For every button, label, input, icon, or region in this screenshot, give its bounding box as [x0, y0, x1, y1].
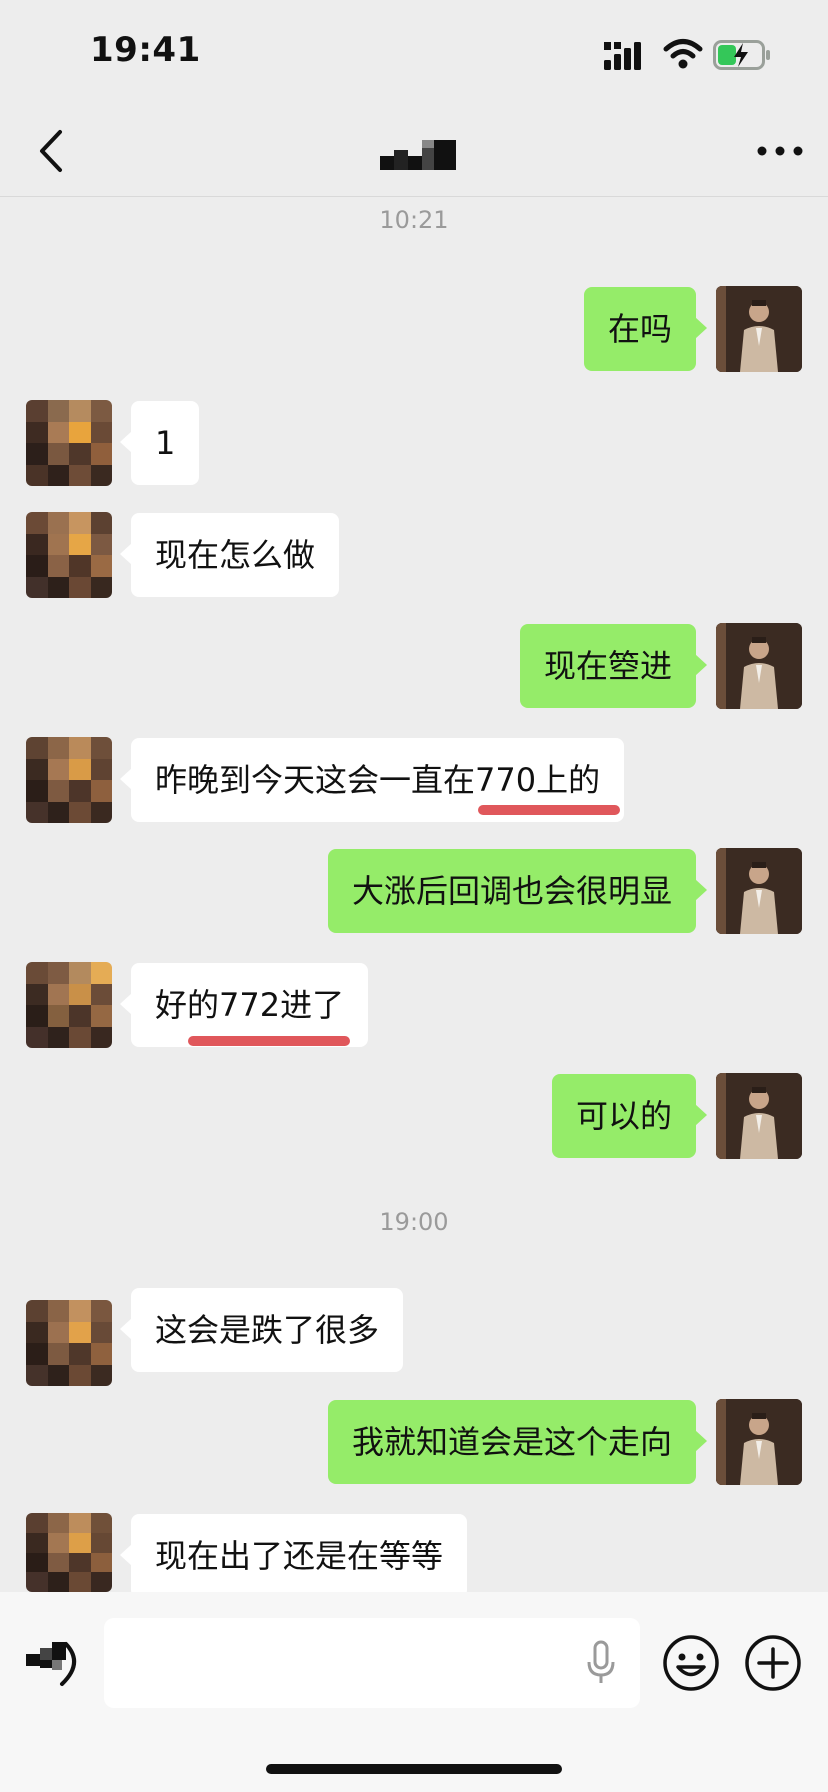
contact-avatar-pixelated[interactable] — [26, 512, 112, 598]
timestamp: 19:00 — [379, 1208, 449, 1236]
message-bubble-outgoing[interactable]: 我就知道会是这个走向 — [327, 1400, 708, 1484]
plus-circle-icon[interactable] — [744, 1634, 802, 1692]
microphone-icon[interactable] — [586, 1640, 616, 1686]
message-bubble-incoming[interactable]: 1 — [119, 401, 200, 485]
wifi-icon — [663, 39, 703, 69]
my-avatar[interactable] — [716, 623, 802, 709]
my-avatar[interactable] — [716, 848, 802, 934]
message-bubble-incoming[interactable]: 这会是跌了很多 — [119, 1288, 404, 1372]
message-input[interactable] — [104, 1618, 640, 1708]
contact-avatar-pixelated[interactable] — [26, 962, 112, 1048]
emoji-icon[interactable] — [662, 1634, 720, 1692]
message-bubble-outgoing[interactable]: 可以的 — [551, 1074, 708, 1158]
contact-avatar-pixelated[interactable] — [26, 737, 112, 823]
voice-mode-icon[interactable] — [26, 1636, 84, 1690]
chat-nav-bar — [0, 100, 828, 197]
timestamp: 10:21 — [379, 206, 449, 234]
highlight-underline — [478, 805, 620, 815]
chevron-left-icon[interactable] — [34, 128, 70, 174]
status-time: 19:41 — [90, 30, 201, 70]
home-indicator — [266, 1764, 562, 1774]
battery-charging-icon — [713, 40, 770, 70]
my-avatar[interactable] — [716, 286, 802, 372]
message-bubble-outgoing[interactable]: 大涨后回调也会很明显 — [327, 849, 708, 933]
contact-name-redacted — [380, 140, 456, 170]
status-bar: 19:41 — [0, 0, 828, 100]
contact-avatar-pixelated[interactable] — [26, 1513, 112, 1592]
more-horizontal-icon[interactable] — [756, 144, 804, 158]
message-composer — [0, 1592, 828, 1792]
contact-avatar-pixelated[interactable] — [26, 400, 112, 486]
message-bubble-incoming[interactable]: 现在出了还是在等等 — [119, 1514, 468, 1598]
message-bubble-incoming[interactable]: 现在怎么做 — [119, 513, 340, 597]
cellular-signal-icon — [604, 42, 641, 70]
message-bubble-outgoing[interactable]: 在吗 — [583, 287, 708, 371]
my-avatar[interactable] — [716, 1399, 802, 1485]
highlight-underline — [188, 1036, 350, 1046]
message-bubble-outgoing[interactable]: 现在箜进 — [519, 624, 708, 708]
contact-avatar-pixelated[interactable] — [26, 1300, 112, 1386]
my-avatar[interactable] — [716, 1073, 802, 1159]
message-bubble-incoming[interactable]: 好的772进了 — [119, 963, 369, 1047]
